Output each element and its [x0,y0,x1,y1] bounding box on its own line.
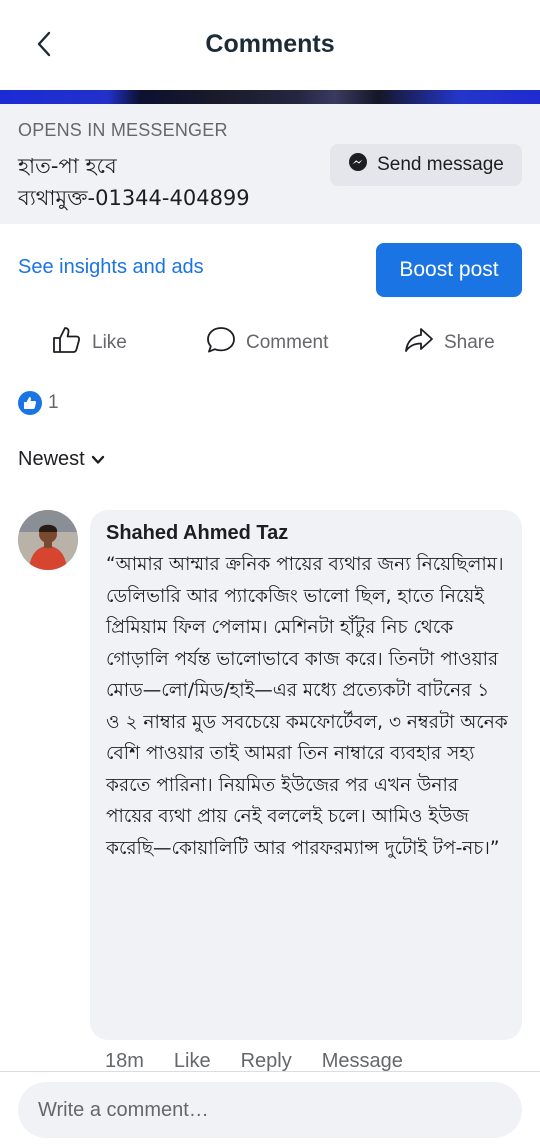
boost-post-button[interactable]: Boost post [376,243,522,297]
comment-button[interactable]: Comment [206,320,328,366]
messenger-icon [348,152,368,178]
like-label: Like [92,332,127,353]
chevron-down-icon [91,448,105,471]
share-label: Share [444,332,495,353]
comment-composer [0,1071,540,1147]
send-message-button[interactable]: Send message [330,144,522,186]
share-arrow-icon [404,326,434,360]
comment-bubble: Shahed Ahmed Taz “আমার আম্মার ক্রনিক পায… [90,510,522,1040]
reaction-summary[interactable]: 1 [18,390,59,416]
cta-headline-line2: ব্যথামুক্ত-01344-404899 [18,186,250,210]
thumbs-up-icon [52,326,82,360]
comment-text: “আমার আম্মার ক্রনিক পায়ের ব্যথার জন্য ন… [106,554,508,859]
messenger-cta: OPENS IN MESSENGER হাত-পা হবে ব্যথামুক্ত… [0,104,540,224]
reaction-count: 1 [48,392,59,413]
like-button[interactable]: Like [52,320,127,366]
sort-label: Newest [18,448,85,470]
see-insights-link[interactable]: See insights and ads [18,256,204,279]
top-bar: Comments [0,0,540,90]
opens-in-messenger-label: OPENS IN MESSENGER [18,120,228,140]
post-media-preview [0,90,540,104]
comment-input[interactable] [18,1082,522,1138]
comment-label: Comment [246,332,329,353]
send-message-label: Send message [377,154,504,175]
comment-sort-dropdown[interactable]: Newest [18,448,105,471]
cta-headline-line1: হাত-পা হবে [18,154,117,178]
share-button[interactable]: Share [404,320,495,366]
page-title: Comments [205,30,335,58]
post-action-bar: Like Comment Share [0,320,540,366]
commenter-avatar[interactable] [18,510,78,570]
comment-author[interactable]: Shahed Ahmed Taz [106,522,508,545]
like-reaction-icon [18,391,42,415]
speech-bubble-icon [206,326,236,360]
